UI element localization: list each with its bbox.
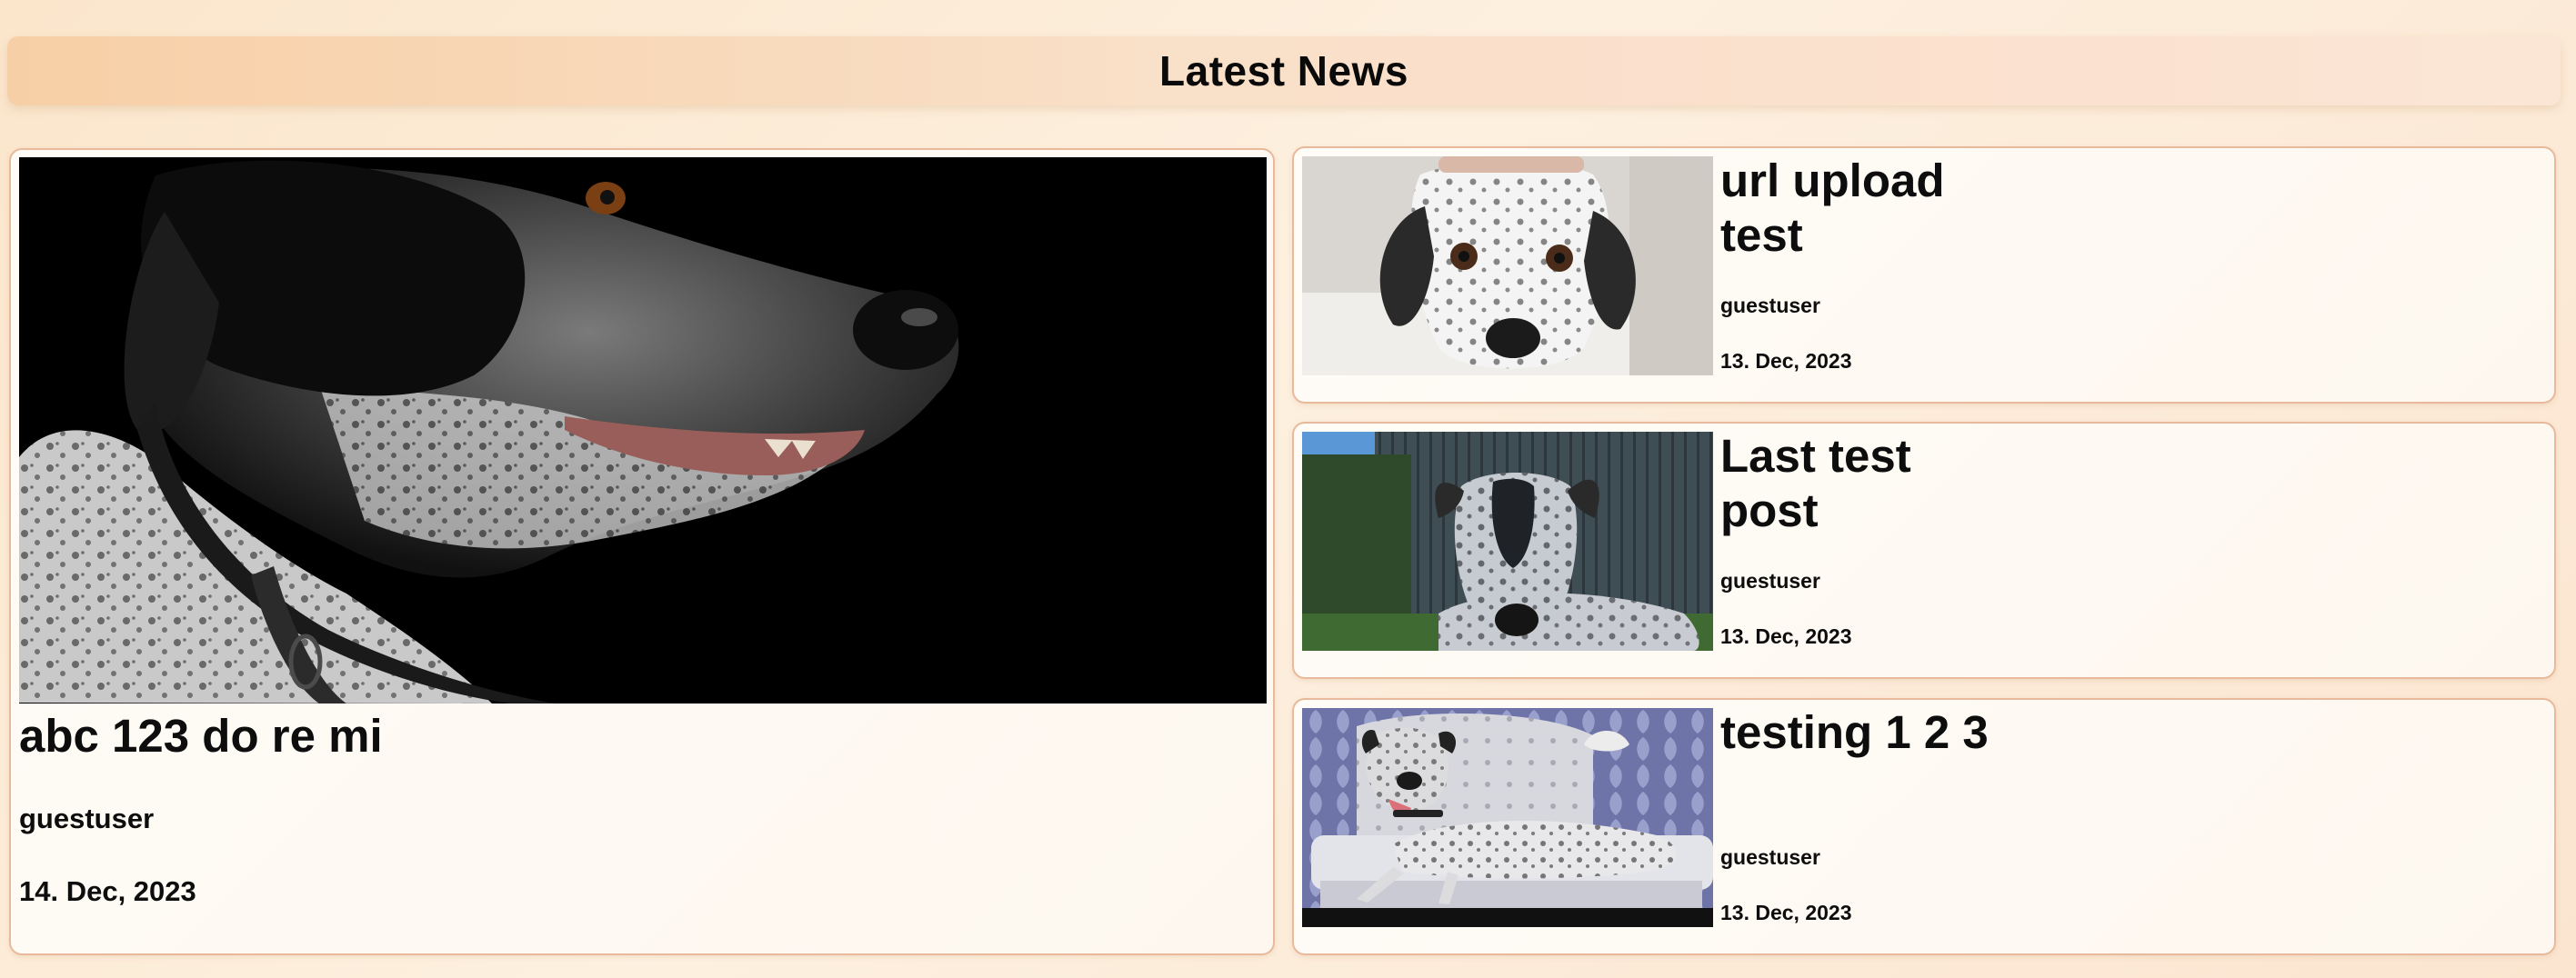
post-title[interactable]: url upload test bbox=[1720, 154, 1993, 263]
post-title[interactable]: Last test post bbox=[1720, 429, 1993, 538]
post-author: guestuser bbox=[1720, 294, 1820, 317]
post-card-last-test-post[interactable]: Last test post guestuser 13. Dec, 2023 bbox=[1292, 422, 2556, 679]
post-card-testing-1-2-3[interactable]: testing 1 2 3 guestuser 13. Dec, 2023 bbox=[1292, 698, 2556, 955]
featured-post-card[interactable]: abc 123 do re mi guestuser 14. Dec, 2023 bbox=[9, 148, 1275, 955]
post-thumbnail-image[interactable] bbox=[1302, 432, 1713, 651]
featured-post-author: guestuser bbox=[19, 803, 155, 834]
page-title: Latest News bbox=[1159, 47, 1408, 95]
post-date: 13. Dec, 2023 bbox=[1720, 349, 1852, 373]
post-date: 13. Dec, 2023 bbox=[1720, 901, 1852, 924]
post-card-url-upload-test[interactable]: url upload test guestuser 13. Dec, 2023 bbox=[1292, 146, 2556, 404]
post-title[interactable]: testing 1 2 3 bbox=[1720, 705, 1993, 760]
header-bar: Latest News bbox=[7, 36, 2561, 105]
featured-post-date: 14. Dec, 2023 bbox=[19, 875, 196, 907]
featured-post-image[interactable] bbox=[19, 157, 1267, 704]
post-thumbnail-image[interactable] bbox=[1302, 708, 1713, 927]
post-date: 13. Dec, 2023 bbox=[1720, 624, 1852, 648]
featured-post-title[interactable]: abc 123 do re mi bbox=[19, 708, 383, 763]
post-thumbnail-image[interactable] bbox=[1302, 156, 1713, 375]
post-author: guestuser bbox=[1720, 569, 1820, 593]
post-author: guestuser bbox=[1720, 845, 1820, 869]
